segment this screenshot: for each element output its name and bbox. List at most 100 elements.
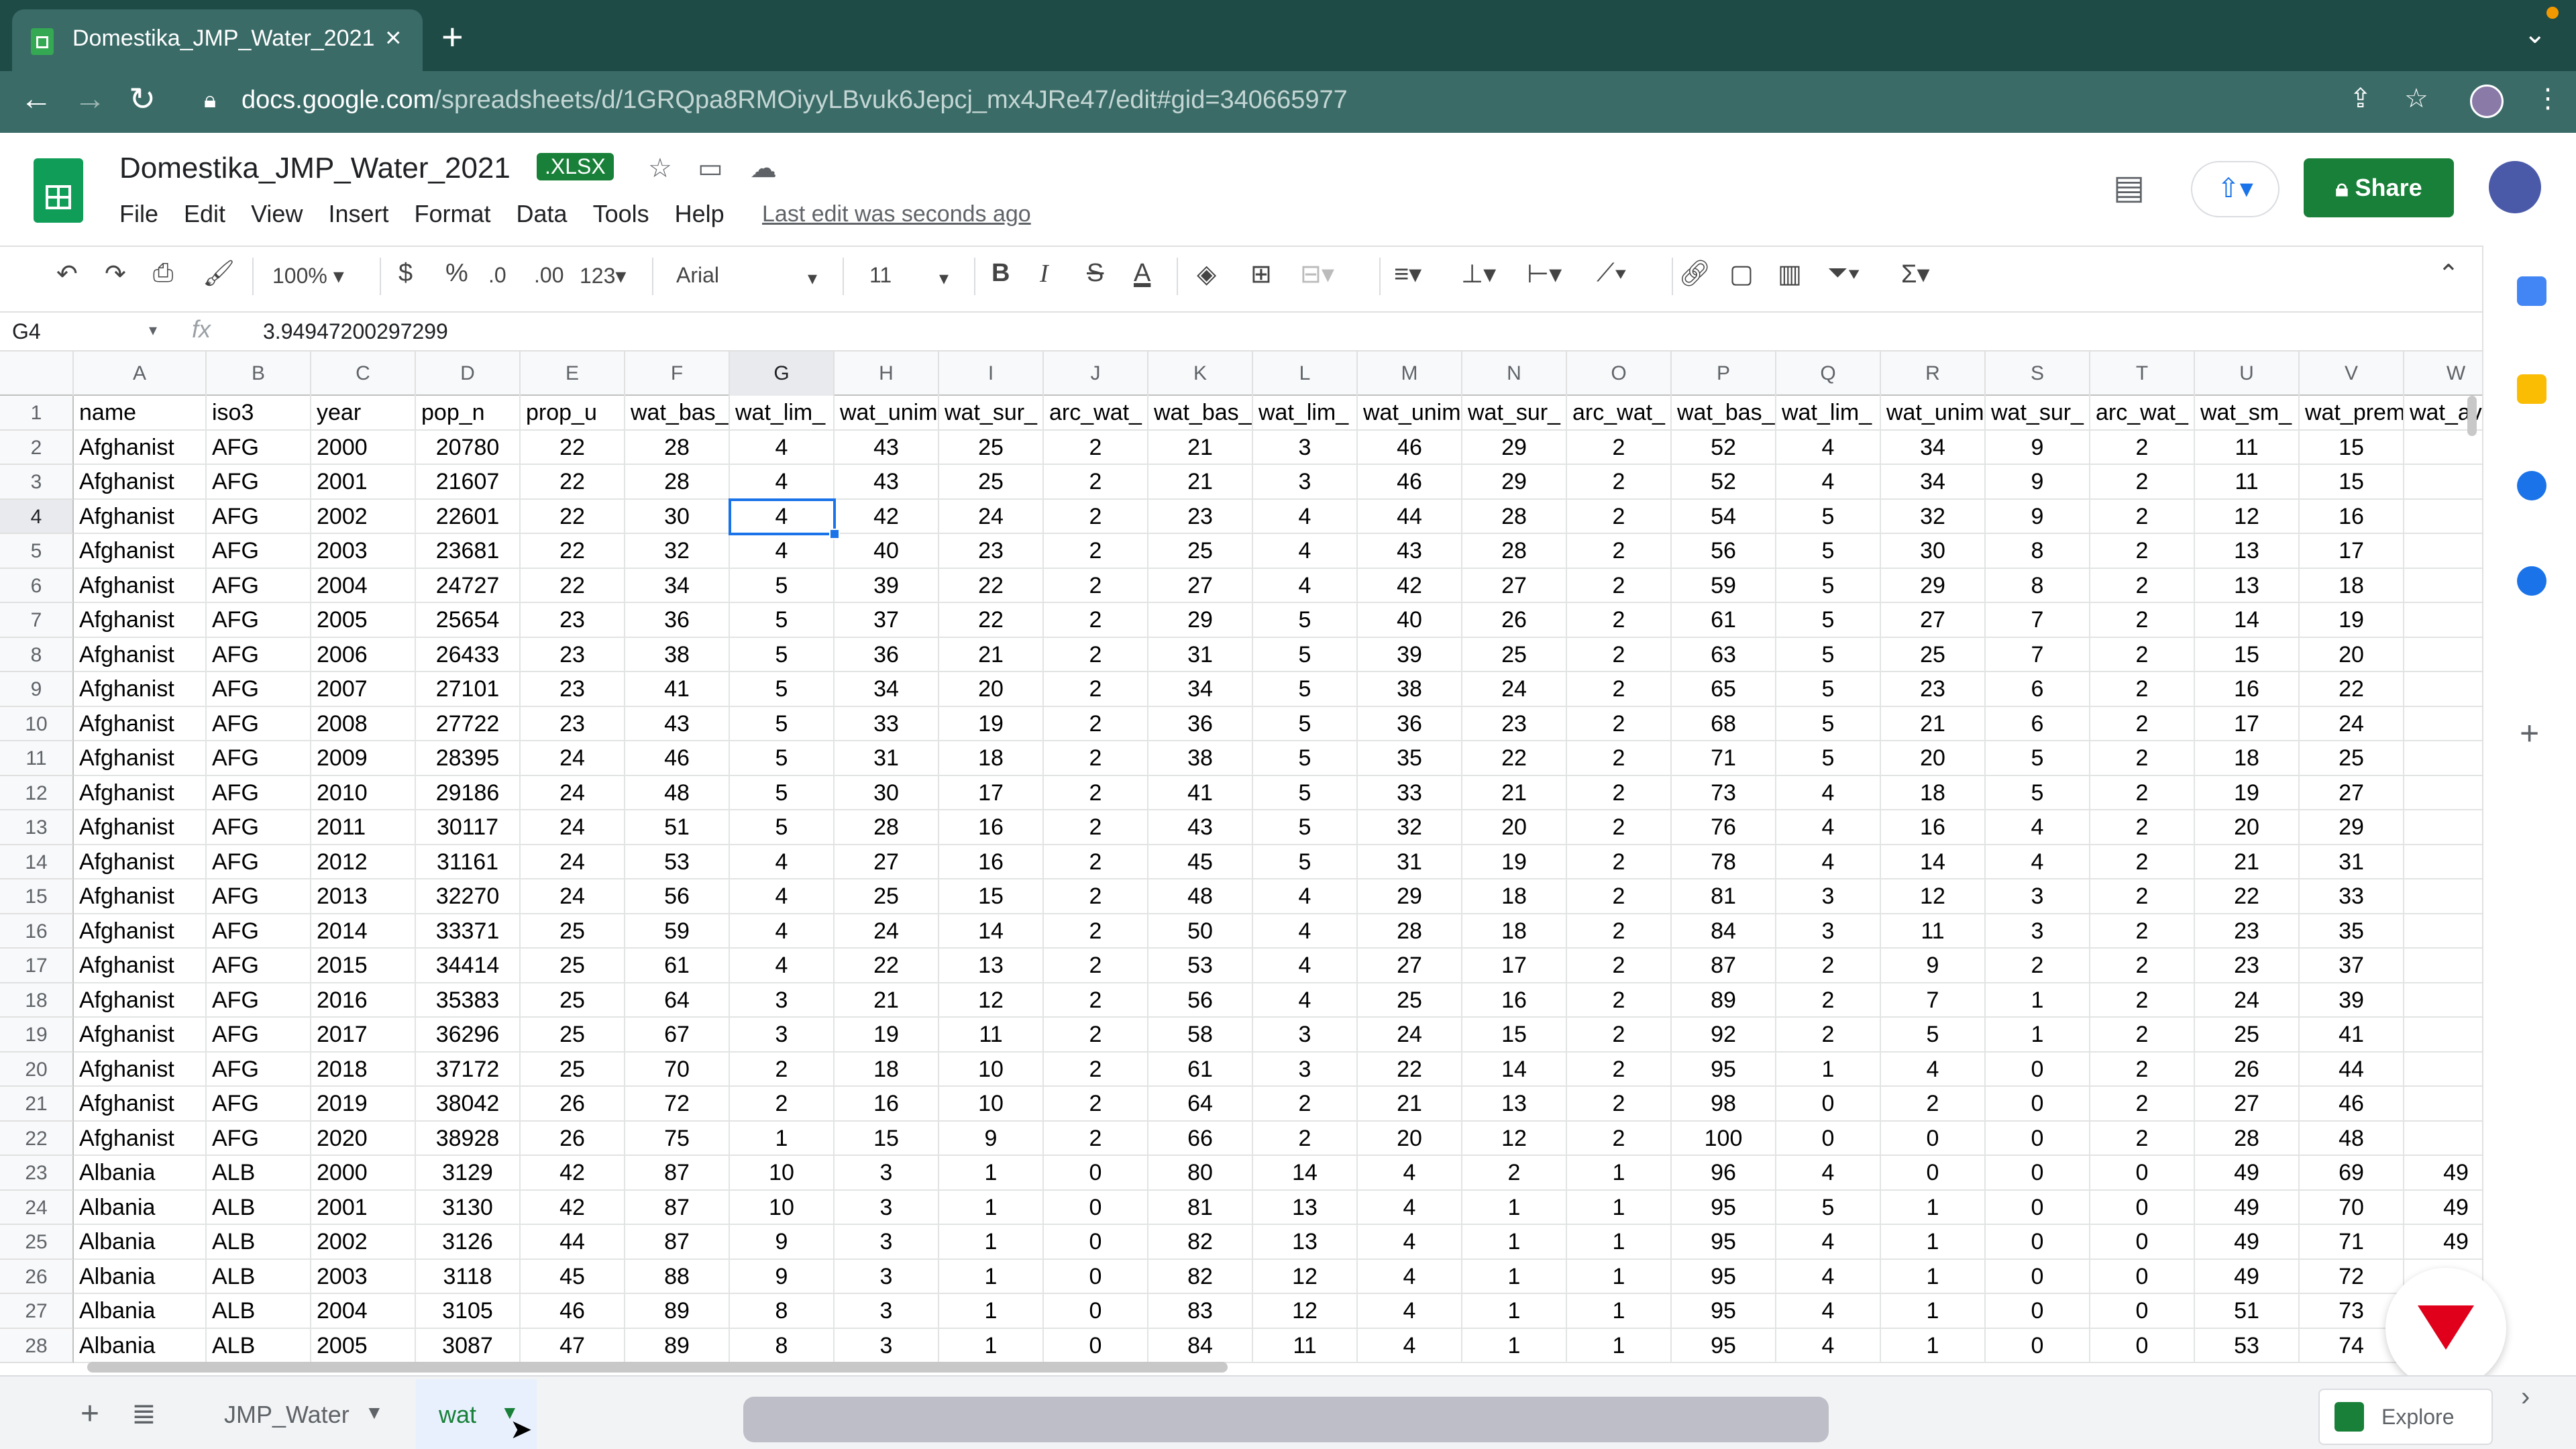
header-cell[interactable]: wat_lim_ <box>1253 396 1358 431</box>
table-cell[interactable]: 24 <box>1462 672 1567 707</box>
table-cell[interactable]: 25 <box>521 949 625 983</box>
table-cell[interactable]: 23 <box>521 672 625 707</box>
back-icon[interactable]: ← <box>20 80 52 117</box>
table-cell[interactable]: 2 <box>2090 1052 2195 1087</box>
column-header-l[interactable]: L <box>1253 352 1358 396</box>
table-cell[interactable]: 8 <box>730 1294 835 1329</box>
table-cell[interactable]: 2 <box>1567 983 1672 1018</box>
table-cell[interactable]: 49 <box>2195 1225 2300 1260</box>
table-cell[interactable]: 29 <box>1148 603 1253 638</box>
table-cell[interactable]: 17 <box>939 775 1044 810</box>
table-cell[interactable]: 22601 <box>416 499 521 534</box>
table-cell[interactable]: 4 <box>1986 845 2090 879</box>
table-cell[interactable]: 25 <box>2195 1018 2300 1053</box>
calendar-icon[interactable] <box>2517 276 2546 306</box>
table-cell[interactable]: 3 <box>1253 430 1358 465</box>
table-cell[interactable]: AFG <box>207 499 311 534</box>
table-cell[interactable]: 2 <box>1253 1087 1358 1122</box>
name-box[interactable]: G4 <box>12 319 41 344</box>
header-cell[interactable]: wat_unim <box>835 396 939 431</box>
table-cell[interactable]: 2014 <box>311 914 416 949</box>
print-icon[interactable]: ⎙ <box>153 259 173 288</box>
table-cell[interactable]: 82 <box>1148 1259 1253 1294</box>
table-cell[interactable]: 2 <box>1253 1121 1358 1156</box>
table-cell[interactable]: 5 <box>730 706 835 741</box>
star-icon[interactable]: ☆ <box>648 153 672 184</box>
table-cell[interactable]: 9 <box>1881 949 1986 983</box>
table-cell[interactable]: 42 <box>521 1156 625 1191</box>
table-cell[interactable]: 4 <box>1358 1225 1462 1260</box>
table-cell[interactable]: 2 <box>1567 845 1672 879</box>
table-cell[interactable]: 89 <box>1672 983 1776 1018</box>
table-cell[interactable]: 83 <box>1148 1294 1253 1329</box>
column-header-q[interactable]: Q <box>1776 352 1881 396</box>
table-cell[interactable]: 53 <box>1148 949 1253 983</box>
table-cell[interactable]: Afghanist <box>74 879 207 914</box>
table-cell[interactable]: 25 <box>521 914 625 949</box>
table-cell[interactable]: 22 <box>939 568 1044 603</box>
table-cell[interactable]: 26433 <box>416 637 521 672</box>
table-cell[interactable]: AFG <box>207 706 311 741</box>
table-cell[interactable]: 42 <box>835 499 939 534</box>
table-cell[interactable]: 17 <box>2300 534 2404 569</box>
chevron-down-icon[interactable]: ▾ <box>808 267 817 289</box>
table-cell[interactable]: 25 <box>835 879 939 914</box>
share-button[interactable]: 🔒︎ Share <box>2304 158 2454 217</box>
row-header-26[interactable]: 26 <box>0 1259 74 1294</box>
table-cell[interactable]: 71 <box>2300 1225 2404 1260</box>
close-tab-icon[interactable]: × <box>385 21 402 54</box>
row-header-24[interactable]: 24 <box>0 1190 74 1225</box>
table-cell[interactable]: Afghanist <box>74 949 207 983</box>
table-cell[interactable]: 5 <box>1776 1190 1881 1225</box>
table-cell[interactable]: 5 <box>1253 775 1358 810</box>
table-cell[interactable]: ALB <box>207 1259 311 1294</box>
table-cell[interactable]: 2 <box>1044 810 1148 845</box>
table-cell[interactable]: 1 <box>1881 1225 1986 1260</box>
cloud-status-icon[interactable]: ☁ <box>750 153 777 184</box>
table-cell[interactable]: 4 <box>1776 430 1881 465</box>
table-cell[interactable]: 26 <box>2195 1052 2300 1087</box>
table-cell[interactable] <box>2404 914 2482 949</box>
table-cell[interactable]: 0 <box>2090 1225 2195 1260</box>
row-header-3[interactable]: 3 <box>0 465 74 500</box>
table-cell[interactable]: 18 <box>939 741 1044 776</box>
table-cell[interactable]: 2017 <box>311 1018 416 1053</box>
table-cell[interactable]: 20 <box>1462 810 1567 845</box>
table-cell[interactable]: 3 <box>835 1225 939 1260</box>
table-cell[interactable]: 3118 <box>416 1259 521 1294</box>
table-cell[interactable]: 66 <box>1148 1121 1253 1156</box>
table-cell[interactable]: 15 <box>1462 1018 1567 1053</box>
table-cell[interactable]: Albania <box>74 1190 207 1225</box>
column-header-v[interactable]: V <box>2300 352 2404 396</box>
table-cell[interactable]: 87 <box>625 1190 730 1225</box>
table-cell[interactable]: 1 <box>1567 1294 1672 1329</box>
table-cell[interactable]: 23 <box>939 534 1044 569</box>
table-cell[interactable]: 25 <box>939 465 1044 500</box>
table-cell[interactable]: 11 <box>1881 914 1986 949</box>
table-cell[interactable]: 46 <box>625 741 730 776</box>
table-cell[interactable]: 75 <box>625 1121 730 1156</box>
table-cell[interactable]: 26 <box>521 1087 625 1122</box>
table-cell[interactable]: 0 <box>1044 1328 1148 1363</box>
row-header-1[interactable]: 1 <box>0 396 74 431</box>
table-cell[interactable]: 0 <box>1986 1328 2090 1363</box>
table-cell[interactable]: 5 <box>1986 741 2090 776</box>
table-cell[interactable]: 65 <box>1672 672 1776 707</box>
horizontal-align-icon[interactable]: ≡▾ <box>1394 259 1421 289</box>
table-cell[interactable]: 56 <box>1148 983 1253 1018</box>
table-cell[interactable]: 4 <box>1253 534 1358 569</box>
table-cell[interactable]: 24 <box>521 879 625 914</box>
table-cell[interactable]: 27 <box>835 845 939 879</box>
menu-edit[interactable]: Edit <box>184 200 225 228</box>
table-cell[interactable]: 21 <box>1148 430 1253 465</box>
table-cell[interactable]: AFG <box>207 603 311 638</box>
table-cell[interactable]: 1 <box>1462 1259 1567 1294</box>
table-cell[interactable]: 0 <box>1044 1294 1148 1329</box>
table-cell[interactable]: 2 <box>1044 1018 1148 1053</box>
table-cell[interactable]: 27 <box>1881 603 1986 638</box>
table-cell[interactable]: 2 <box>1044 603 1148 638</box>
table-cell[interactable]: 29 <box>1462 465 1567 500</box>
table-cell[interactable]: Afghanist <box>74 637 207 672</box>
column-header-o[interactable]: O <box>1567 352 1672 396</box>
table-cell[interactable]: 21607 <box>416 465 521 500</box>
